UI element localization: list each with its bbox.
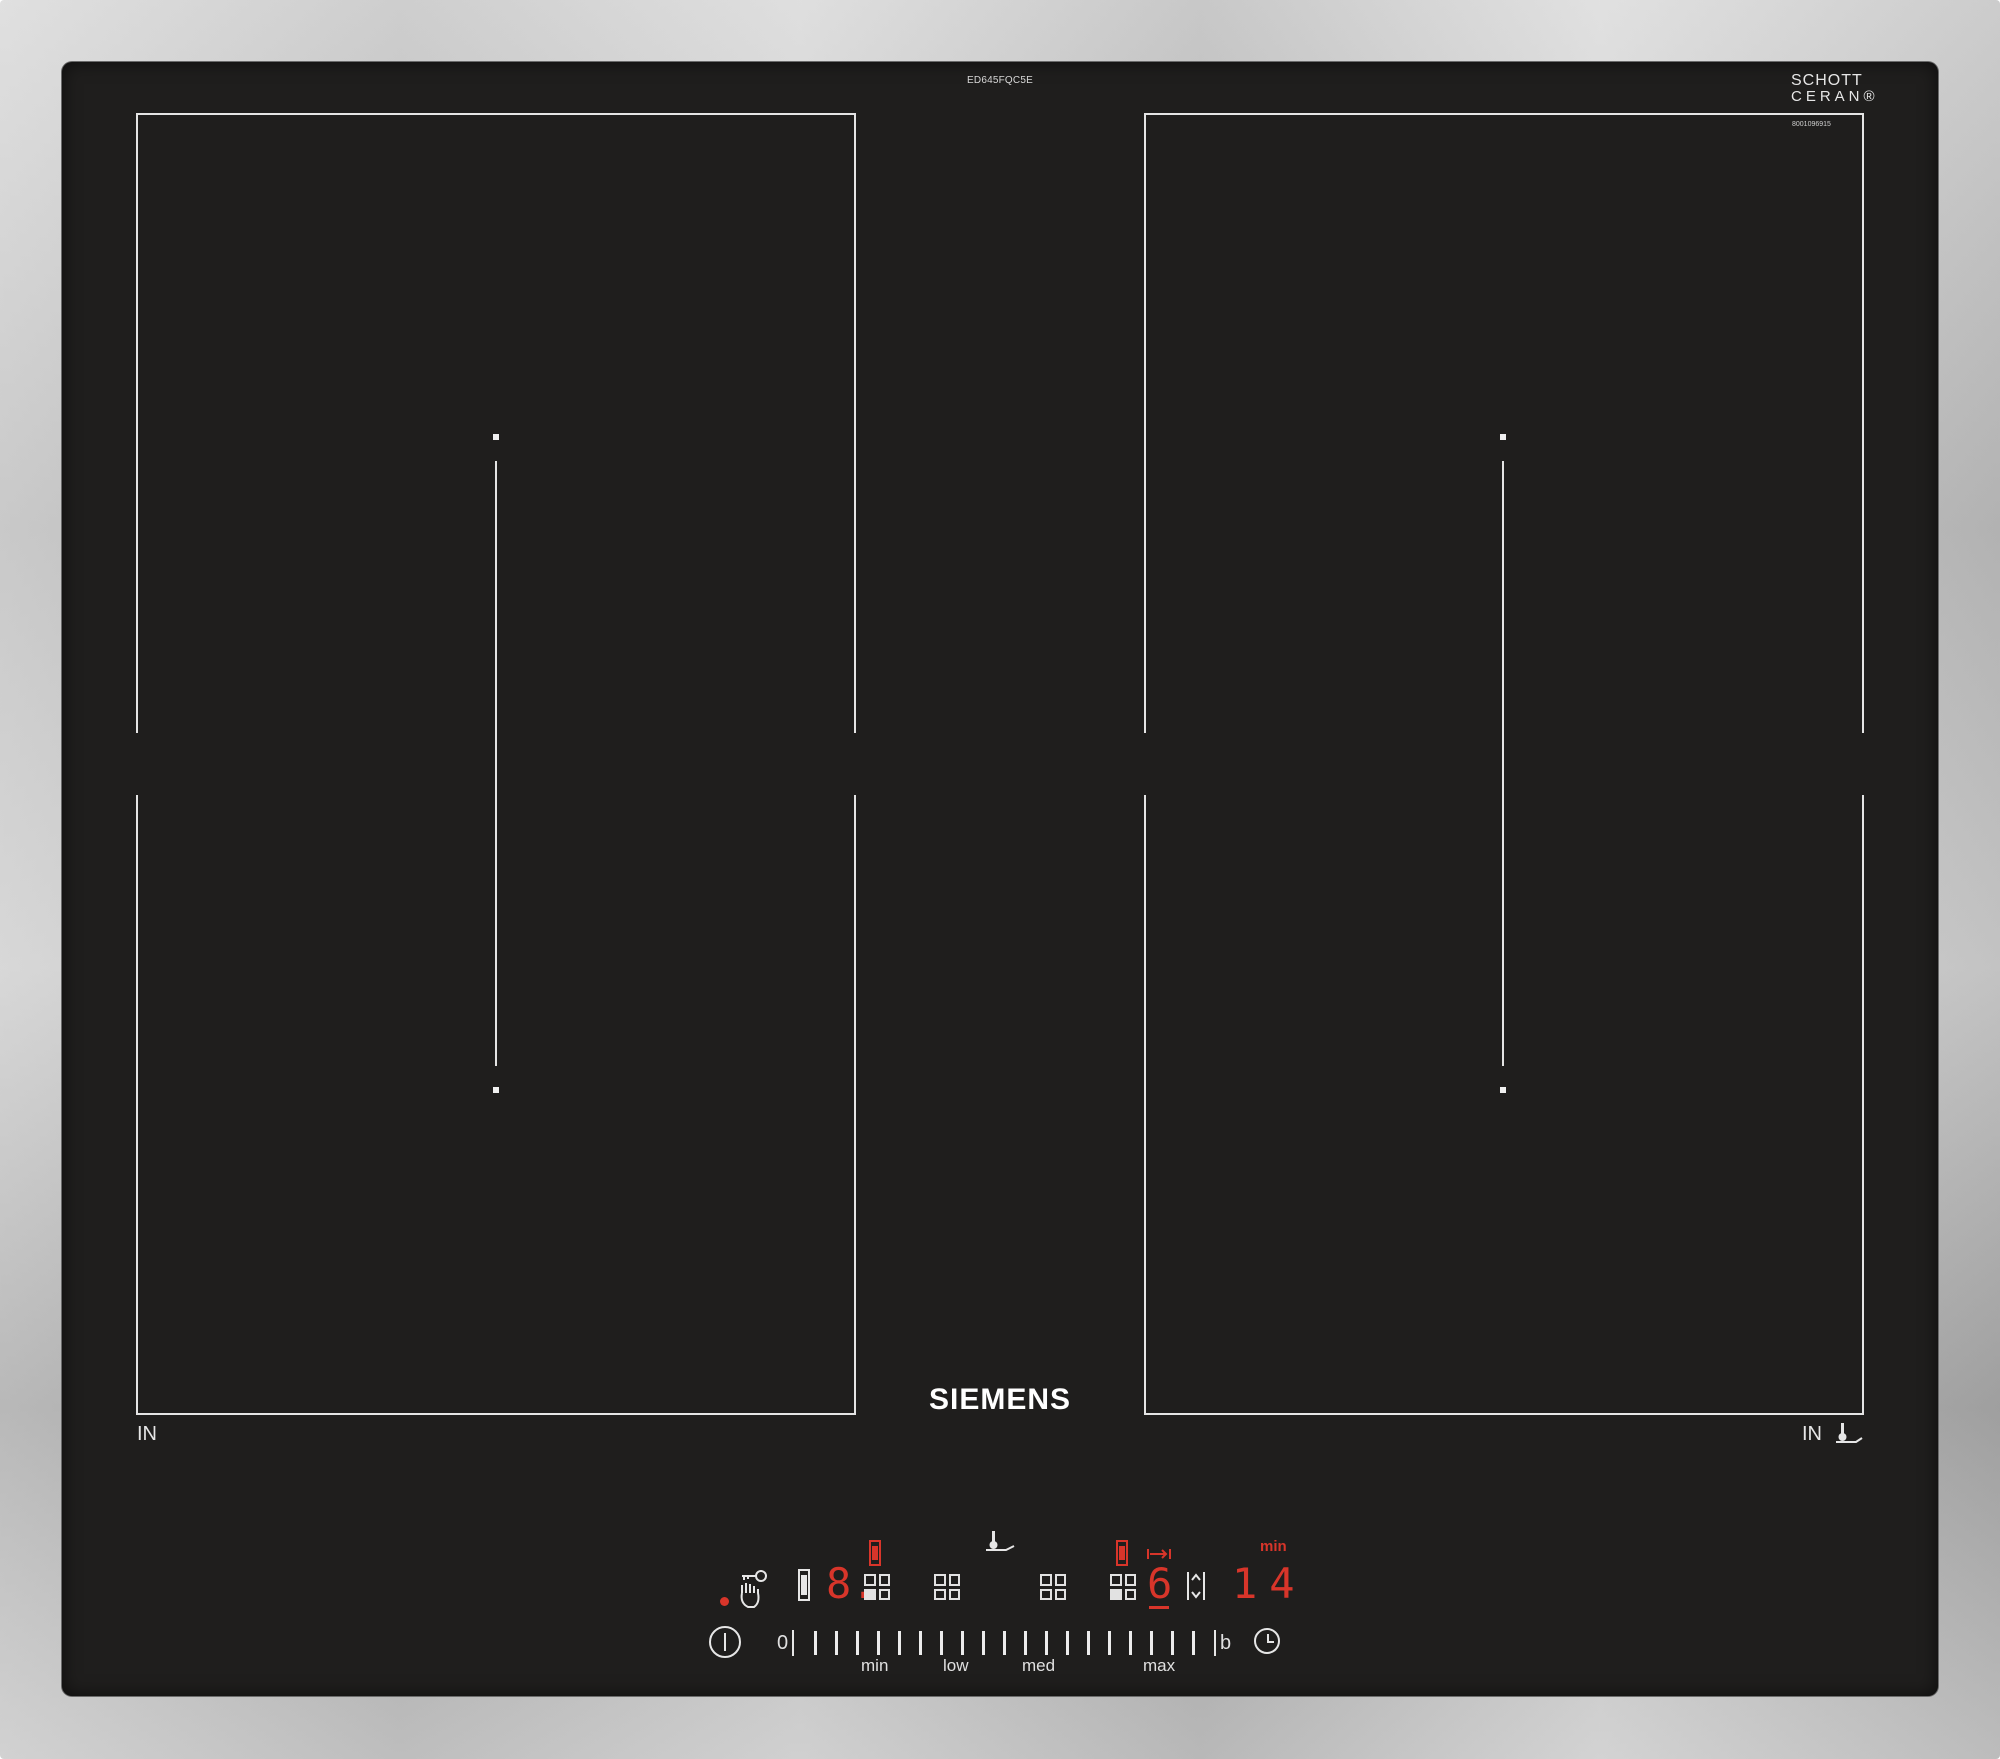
zone-select-rear-right-icon[interactable] [1040,1574,1066,1600]
right-zone-center-line [1502,461,1504,1066]
slider-tick[interactable] [1003,1631,1006,1655]
right-zone-bottom-edge [1144,1413,1864,1415]
slider-tick[interactable] [814,1631,817,1655]
right-zone-right-edge-upper [1862,113,1864,733]
right-zone-left-edge-upper [1144,113,1146,733]
glass-brand-logo: SCHOTT CERAN® [1791,73,1879,105]
slider-label-med: med [1022,1656,1056,1675]
slider-tick[interactable] [1066,1631,1069,1655]
slider-tick[interactable] [961,1631,964,1655]
model-number: ED645FQC5E [967,75,1033,86]
right-zone-top-edge [1144,113,1864,115]
slider-tick[interactable] [898,1631,901,1655]
flex-zone-move-icon [1147,1549,1171,1559]
slider-tick[interactable] [856,1631,859,1655]
timer-unit-label: min [1260,1538,1287,1555]
zone-select-rear-left-icon[interactable] [934,1574,960,1600]
right-zone-induction-label: IN [1802,1423,1822,1445]
left-zone-left-edge-upper [136,113,138,733]
left-zone-center-line [495,461,497,1066]
zone-select-front-left-icon[interactable] [864,1574,890,1600]
left-zone-bottom-edge [136,1413,856,1415]
glass-brand-line2: CERAN® [1791,88,1879,105]
child-lock-icon[interactable] [734,1569,770,1609]
slider-tick[interactable] [835,1631,838,1655]
right-zone-boost-indicator [1116,1540,1128,1566]
left-zone-level-bar-icon [798,1569,810,1601]
flex-zone-icon[interactable] [1186,1570,1206,1602]
left-zone-left-edge-lower [136,795,138,1415]
left-zone-boost-indicator [869,1540,881,1566]
ceramic-glass-surface [62,62,1938,1696]
zone-select-front-right-icon[interactable] [1110,1574,1136,1600]
slider-tick[interactable] [1129,1631,1132,1655]
slider-tick[interactable] [1087,1631,1090,1655]
left-zone-top-marker [493,434,499,440]
right-zone-top-marker [1500,434,1506,440]
slider-label-low: low [943,1656,969,1675]
right-zone-bottom-marker [1500,1087,1506,1093]
slider-tick[interactable] [1192,1631,1195,1655]
slider-label-max: max [1143,1656,1176,1675]
power-icon[interactable] [709,1626,741,1658]
slider-tick[interactable] [940,1631,943,1655]
left-zone-right-edge-upper [854,113,856,733]
left-zone-induction-label: IN [137,1423,157,1445]
timer-display: 14 [1232,1559,1307,1608]
right-zone-right-edge-lower [1862,795,1864,1415]
right-zone-left-edge-lower [1144,795,1146,1415]
slider-end-label[interactable]: b [1220,1632,1231,1655]
slider-tick[interactable] [1150,1631,1153,1655]
child-lock-indicator-dot [720,1597,729,1606]
frying-sensor-icon [1836,1423,1863,1443]
slider-tick[interactable] [919,1631,922,1655]
left-zone-bottom-marker [493,1087,499,1093]
slider-start-label: 0 [777,1632,789,1654]
brand-logo: SIEMENS [928,1383,1072,1416]
frying-sensor-button-icon[interactable] [984,1530,1018,1554]
slider-tick[interactable] [1024,1631,1027,1655]
slider-end-bar [1214,1630,1216,1656]
serial-number: 8001096915 [1792,121,1831,128]
right-zone-power-display: 6 [1147,1559,1173,1608]
right-zone-display-underline [1149,1606,1169,1609]
slider-label-min: min [861,1656,889,1675]
glass-brand-line1: SCHOTT [1791,72,1863,89]
slider-tick[interactable] [877,1631,880,1655]
slider-tick[interactable] [1171,1631,1174,1655]
slider-tick[interactable] [982,1631,985,1655]
left-zone-right-edge-lower [854,795,856,1415]
slider-tick[interactable] [1045,1631,1048,1655]
timer-icon[interactable] [1254,1628,1280,1654]
slider-start-bar [792,1630,794,1656]
slider-tick[interactable] [1108,1631,1111,1655]
left-zone-top-edge [136,113,856,115]
